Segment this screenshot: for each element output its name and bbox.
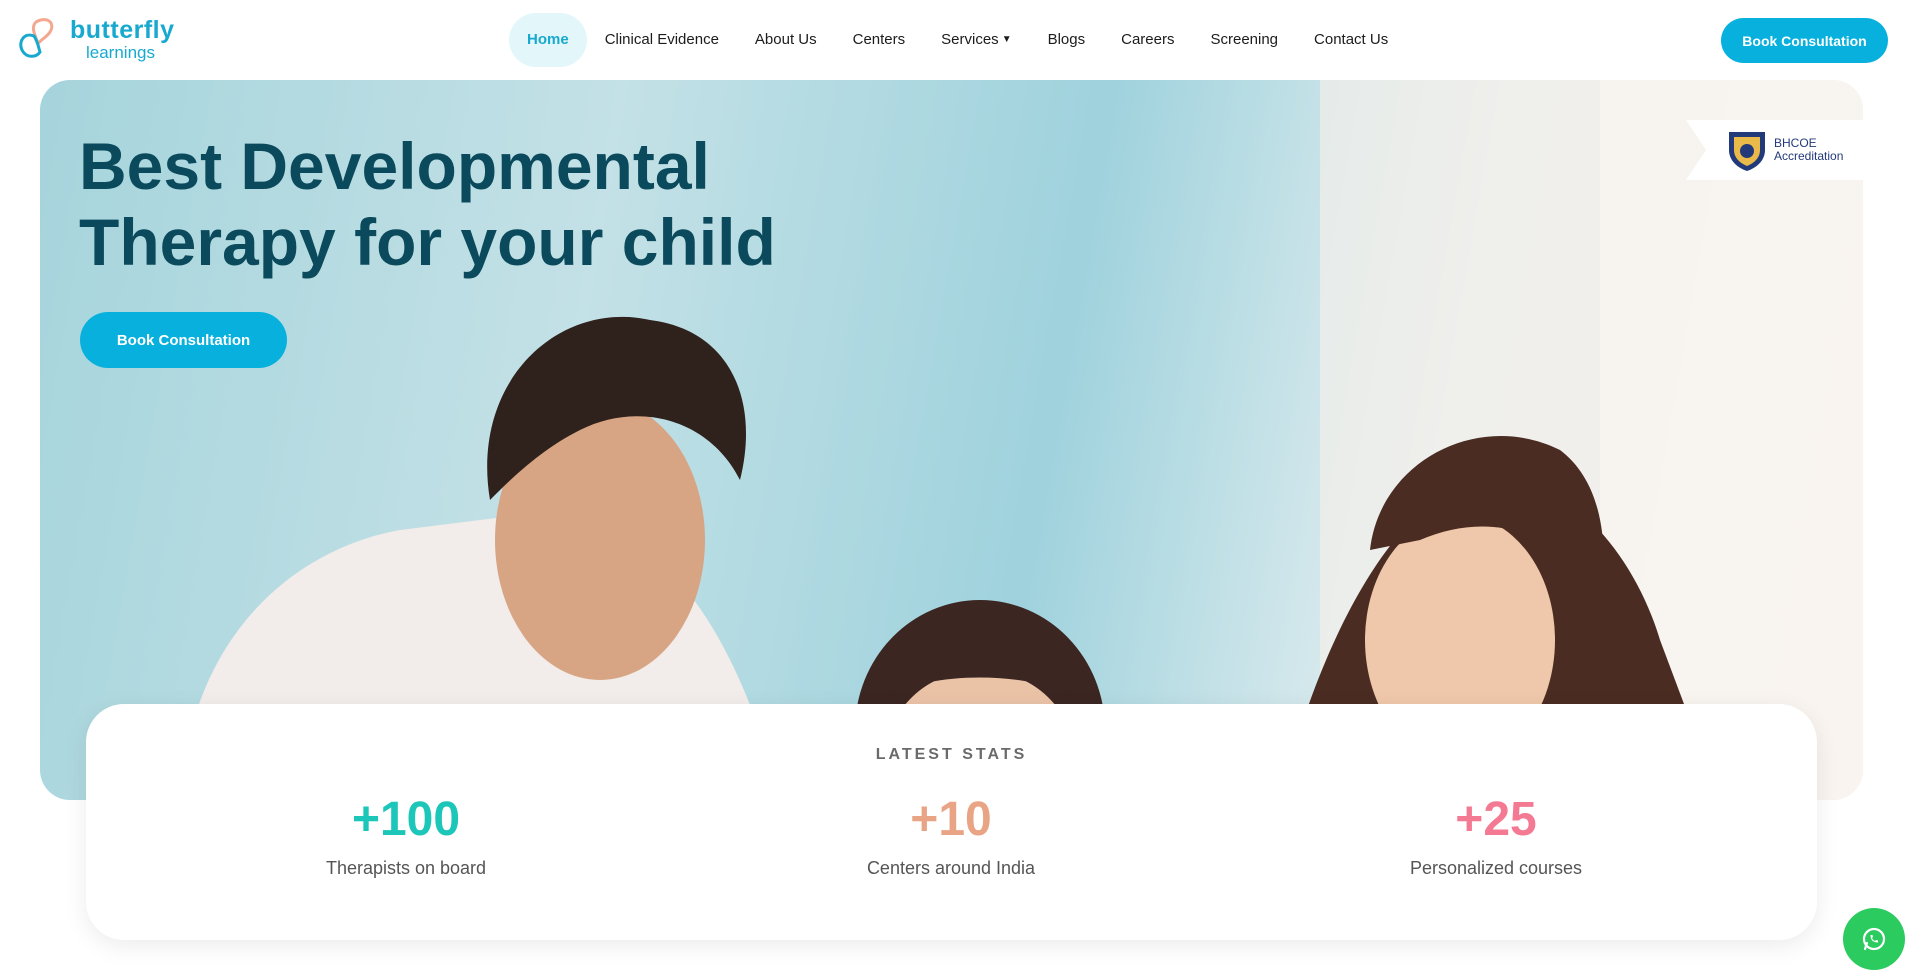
logo-word-learnings: learnings (86, 42, 155, 62)
stat-centers: +10 Centers around India (741, 792, 1161, 879)
nav-item-services-label: Services (941, 31, 999, 48)
nav-item-clinical-evidence[interactable]: Clinical Evidence (587, 13, 737, 67)
nav-item-home[interactable]: Home (509, 13, 587, 67)
stat-label: Personalized courses (1409, 858, 1583, 878)
nav-item-blogs[interactable]: Blogs (1030, 13, 1104, 67)
book-consultation-hero-button[interactable]: Book Consultation (80, 312, 287, 368)
book-consultation-header-button[interactable]: Book Consultation (1721, 18, 1888, 63)
nav-item-contact-us[interactable]: Contact Us (1296, 13, 1406, 67)
nav-item-about-us[interactable]: About Us (737, 13, 835, 67)
stat-value: +10 (910, 793, 992, 846)
stat-value: +25 (1455, 793, 1537, 846)
stat-label: Centers around India (866, 858, 1036, 878)
hero-title: Best Developmental Therapy for your chil… (79, 128, 839, 280)
stat-therapists: +100 Therapists on board (196, 792, 616, 879)
whatsapp-chat-button[interactable] (1843, 908, 1905, 970)
stat-courses: +25 Personalized courses (1286, 792, 1706, 879)
chevron-down-icon: ▼ (1001, 34, 1012, 46)
stats-heading: LATEST STATS (875, 746, 1028, 763)
hero-banner: Best Developmental Therapy for your chil… (40, 80, 1863, 800)
latest-stats-card: LATEST STATS +100 Therapists on board +1… (86, 704, 1817, 940)
logo-text: butterfly learnings (70, 15, 175, 62)
whatsapp-icon (1862, 927, 1886, 951)
nav-item-screening[interactable]: Screening (1192, 13, 1296, 67)
site-header: butterfly learnings Home Clinical Eviden… (0, 0, 1907, 80)
main-nav: Home Clinical Evidence About Us Centers … (509, 13, 1406, 67)
butterfly-logo-icon (19, 18, 54, 58)
hero-title-line2: Therapy for your child (79, 205, 776, 279)
nav-item-services[interactable]: Services ▼ (923, 13, 1029, 67)
stat-label: Therapists on board (325, 858, 487, 878)
accreditation-text: BHCOE Accreditation (1774, 137, 1843, 163)
nav-item-careers[interactable]: Careers (1103, 13, 1192, 67)
accreditation-line2: Accreditation (1774, 149, 1844, 163)
nav-item-centers[interactable]: Centers (835, 13, 924, 67)
stat-value: +100 (351, 793, 461, 846)
accreditation-badge[interactable]: BHCOE Accreditation (1686, 120, 1869, 180)
hero-title-line1: Best Developmental (79, 129, 710, 203)
shield-icon (1729, 132, 1765, 171)
logo-word-butterfly: butterfly (70, 15, 175, 44)
logo[interactable]: butterfly learnings (16, 14, 175, 64)
